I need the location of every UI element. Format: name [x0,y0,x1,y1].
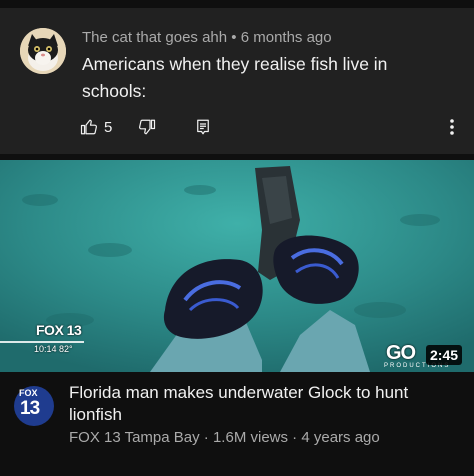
video-age: 4 years ago [301,429,380,446]
channel-logo-number: 13 [20,398,40,419]
reply-icon [197,119,210,135]
more-vert-icon [450,119,454,135]
channel-logo-text: FOX [19,388,38,398]
thumbs-up-icon [80,119,97,135]
comment-actions: 5 [80,116,212,138]
comment-age: 6 months ago [240,29,332,46]
meta-separator: · [203,429,209,446]
station-time-temp: 10:14 82° [34,344,73,354]
comment-more-button[interactable] [444,116,460,138]
video-duration-badge: 2:45 [426,345,463,365]
station-logo: FOX 13 [36,322,82,338]
comment-card: The cat that goes ahh • 6 months ago Ame… [0,8,474,154]
comment-meta: The cat that goes ahh • 6 months ago [82,29,332,46]
cat-avatar-image [20,28,66,74]
channel-name[interactable]: FOX 13 Tampa Bay [69,429,200,446]
station-bug-line [0,341,84,343]
view-count: 1.6M views [212,429,288,446]
video-title[interactable]: Florida man makes underwater Glock to hu… [69,382,449,426]
watermark-logo: GO [386,342,416,364]
thumbs-down-icon [139,119,156,135]
comment-text: Americans when they realise fish live in… [82,54,388,101]
commenter-avatar[interactable] [20,28,66,74]
comment-author[interactable]: The cat that goes ahh [82,29,227,46]
meta-separator: • [231,29,237,46]
like-count: 5 [104,118,113,136]
like-button[interactable]: 5 [80,118,112,136]
video-meta: FOX 13 Tampa Bay · 1.6M views · 4 years … [69,429,380,446]
dislike-button[interactable] [138,118,156,136]
meta-separator: · [292,429,298,446]
reply-button[interactable] [194,118,212,136]
